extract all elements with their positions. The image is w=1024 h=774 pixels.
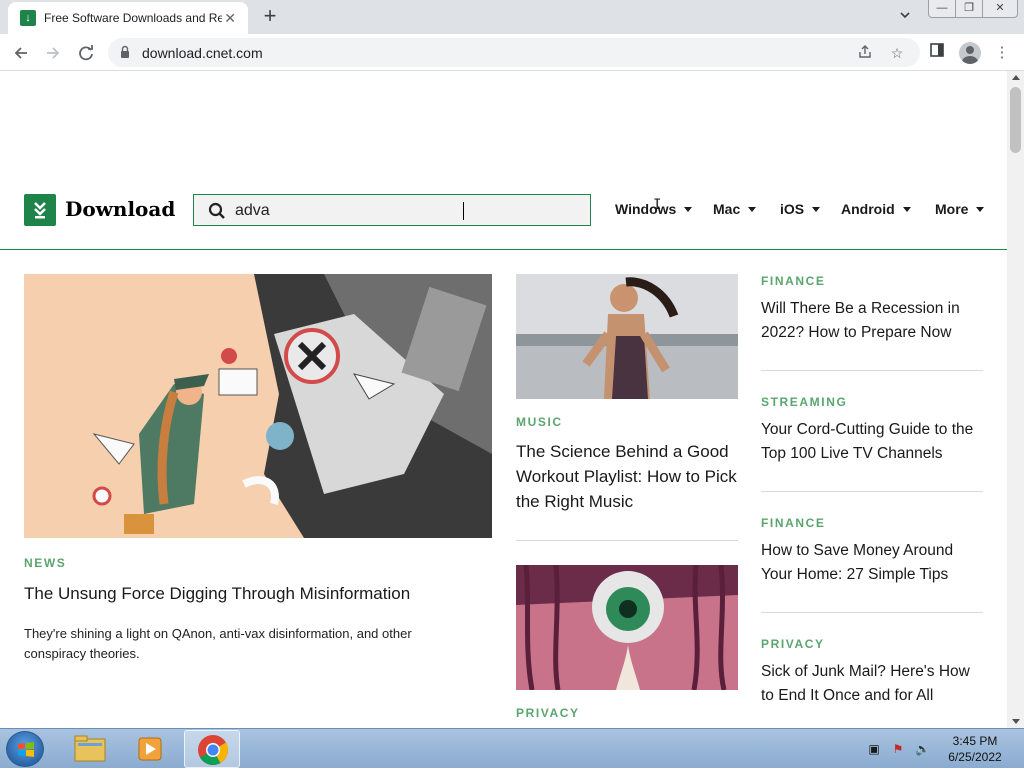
chrome-icon: [198, 735, 229, 766]
streaming-category[interactable]: STREAMING: [761, 395, 847, 409]
start-button[interactable]: [6, 731, 44, 767]
caret-down-icon: [902, 206, 911, 212]
nav-android-label: Android: [841, 201, 895, 217]
cord-cutting-headline[interactable]: Your Cord-Cutting Guide to the Top 100 L…: [761, 418, 986, 466]
action-center-tray-icon[interactable]: ⚑: [891, 742, 905, 756]
forward-arrow-icon[interactable]: [42, 42, 64, 64]
nav-ios[interactable]: iOS: [780, 201, 821, 217]
site-favicon-icon: ↓: [20, 10, 36, 26]
window-minimize-button[interactable]: —: [928, 0, 956, 18]
file-explorer-taskbar-button[interactable]: [62, 730, 118, 768]
reload-icon[interactable]: [75, 42, 97, 64]
save-money-headline[interactable]: How to Save Money Around Your Home: 27 S…: [761, 539, 981, 587]
text-caret: [463, 202, 464, 220]
clock-time: 3:45 PM: [952, 734, 998, 748]
nav-android[interactable]: Android: [841, 201, 911, 217]
browser-tab[interactable]: ↓ Free Software Downloads and Re ✕: [8, 2, 248, 34]
nav-mac-label: Mac: [713, 201, 741, 217]
finance-category-2[interactable]: FINANCE: [761, 516, 826, 530]
windows-taskbar: ▣ ⚑ 🔈 3:45 PM 6/25/2022: [0, 728, 1024, 768]
privacy-category-right[interactable]: PRIVACY: [761, 637, 825, 651]
tab-strip: ↓ Free Software Downloads and Re ✕ + — ❐…: [0, 0, 1024, 34]
media-player-taskbar-button[interactable]: [122, 730, 178, 768]
back-arrow-icon[interactable]: [10, 42, 32, 64]
site-logo-text[interactable]: Download: [65, 197, 175, 221]
scroll-down-arrow-icon[interactable]: [1012, 719, 1020, 724]
music-category[interactable]: MUSIC: [516, 415, 563, 429]
scrollbar-thumb[interactable]: [1010, 87, 1021, 153]
tab-search-chevron-icon[interactable]: [896, 8, 914, 26]
download-logo-icon[interactable]: [24, 194, 56, 226]
network-tray-icon[interactable]: ▣: [867, 742, 881, 756]
search-input[interactable]: [235, 200, 575, 222]
right-divider: [761, 612, 983, 613]
site-header: Download I Windows Mac iOS Android More: [0, 193, 1007, 250]
privacy-category-middle[interactable]: PRIVACY: [516, 706, 580, 720]
bookmark-star-icon[interactable]: ☆: [888, 44, 906, 62]
nav-windows[interactable]: Windows: [615, 201, 693, 217]
taskbar-clock[interactable]: 3:45 PM 6/25/2022: [935, 733, 1015, 765]
feature-category[interactable]: NEWS: [24, 556, 66, 570]
recession-headline[interactable]: Will There Be a Recession in 2022? How t…: [761, 297, 971, 345]
window-restore-button[interactable]: ❐: [955, 0, 983, 18]
nav-ios-label: iOS: [780, 201, 805, 217]
nav-windows-label: Windows: [615, 201, 677, 217]
feature-article-image[interactable]: [24, 274, 492, 538]
scroll-up-arrow-icon[interactable]: [1012, 75, 1020, 80]
tab-close-icon[interactable]: ✕: [222, 10, 238, 27]
music-article-image[interactable]: [516, 274, 738, 399]
page-scrollbar[interactable]: [1007, 71, 1024, 728]
tab-title: Free Software Downloads and Re: [44, 11, 223, 25]
chrome-taskbar-button[interactable]: [184, 730, 240, 768]
music-headline[interactable]: The Science Behind a Good Workout Playli…: [516, 439, 744, 514]
middle-divider: [516, 540, 738, 541]
privacy-article-image[interactable]: [516, 565, 738, 690]
right-divider: [761, 370, 983, 371]
caret-down-icon: [748, 206, 757, 212]
nav-more-label: More: [935, 201, 969, 217]
junk-mail-headline[interactable]: Sick of Junk Mail? Here's How to End It …: [761, 660, 986, 708]
share-icon[interactable]: [856, 44, 874, 62]
right-divider: [761, 491, 983, 492]
caret-down-icon: [684, 206, 693, 212]
caret-down-icon: [812, 206, 821, 212]
media-player-icon: [138, 737, 162, 761]
profile-avatar-icon[interactable]: [959, 42, 981, 64]
browser-menu-icon[interactable]: ⋮: [991, 42, 1013, 64]
lock-icon[interactable]: [120, 45, 130, 59]
address-bar[interactable]: download.cnet.com ☆: [108, 38, 920, 67]
nav-mac[interactable]: Mac: [713, 201, 757, 217]
finance-category-1[interactable]: FINANCE: [761, 274, 826, 288]
url-text: download.cnet.com: [142, 45, 263, 61]
side-panel-icon[interactable]: [926, 42, 948, 64]
nav-more[interactable]: More: [935, 201, 985, 217]
volume-tray-icon[interactable]: 🔈: [915, 742, 930, 756]
feature-summary: They're shining a light on QAnon, anti-v…: [24, 626, 412, 661]
search-icon: [208, 202, 225, 219]
feature-headline[interactable]: The Unsung Force Digging Through Misinfo…: [24, 581, 484, 606]
page-viewport: Download I Windows Mac iOS Android More: [0, 71, 1007, 728]
browser-toolbar: download.cnet.com ☆ ⋮: [0, 34, 1024, 71]
new-tab-button[interactable]: +: [258, 5, 282, 29]
folder-icon: [74, 735, 106, 762]
windows-logo-icon: [18, 742, 34, 757]
window-close-button[interactable]: ✕: [982, 0, 1018, 18]
site-search-box[interactable]: I: [193, 194, 661, 226]
clock-date: 6/25/2022: [948, 750, 1002, 764]
caret-down-icon: [976, 206, 985, 212]
